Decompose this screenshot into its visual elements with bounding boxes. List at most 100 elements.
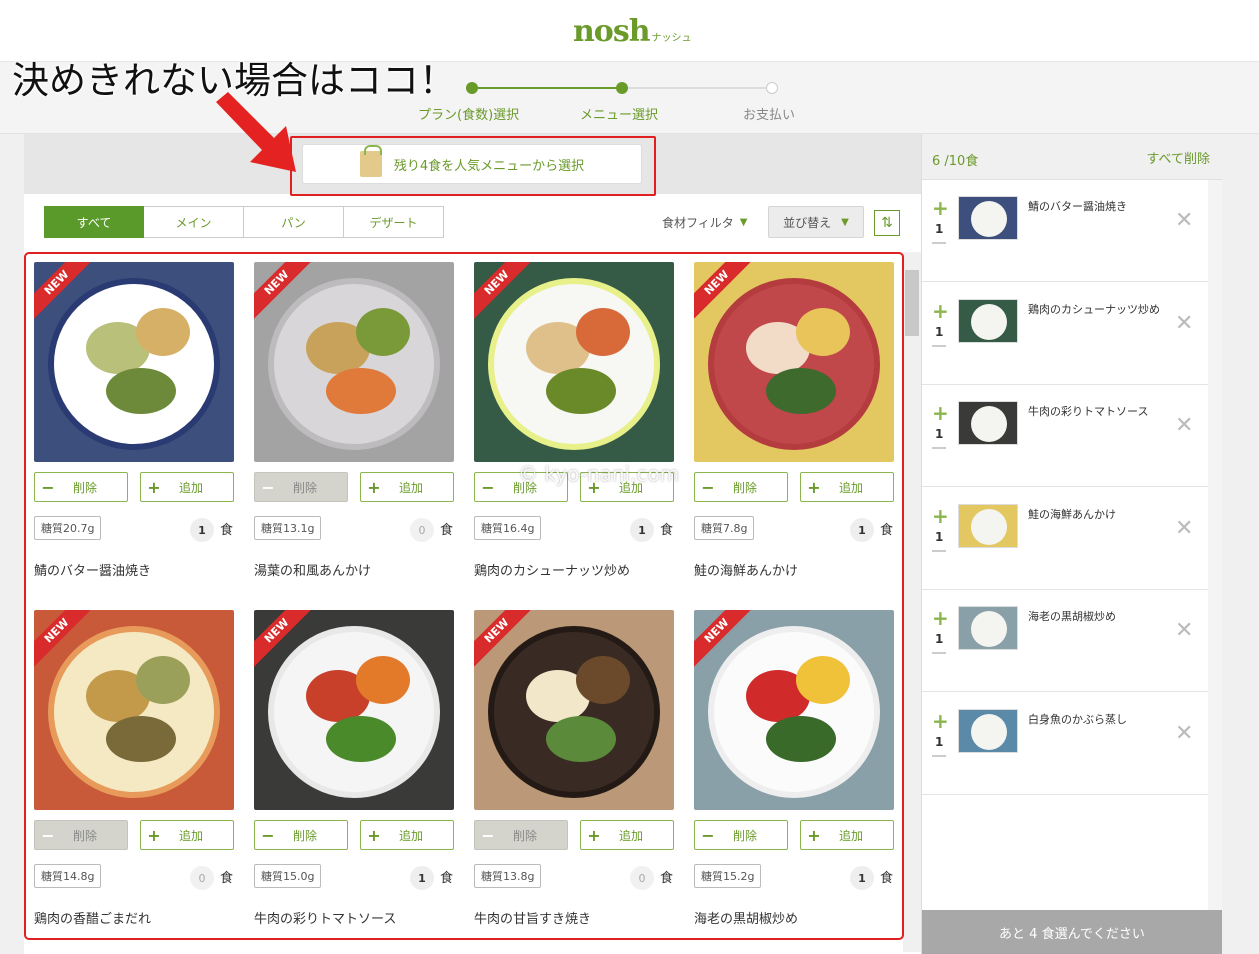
menu-photo[interactable]: NEW	[254, 262, 454, 462]
menu-card: NEW − 削除 + 追加 糖質15.2g 1 食海老の黒胡椒炒め	[694, 610, 894, 940]
add-button[interactable]: + 追加	[360, 472, 454, 502]
menu-name[interactable]: 鶏肉のカシューナッツ炒め	[474, 560, 630, 579]
quantity-count: 1	[410, 866, 434, 890]
close-icon[interactable]: ✕	[1175, 413, 1193, 438]
close-icon[interactable]: ✕	[1175, 516, 1193, 541]
close-icon[interactable]: ✕	[1175, 618, 1193, 643]
menu-photo[interactable]: NEW	[694, 262, 894, 462]
remove-button[interactable]: − 削除	[34, 820, 128, 850]
progress-steps: プラン(食数)選択 メニュー選択 お支払い	[418, 80, 820, 130]
close-icon[interactable]: ✕	[1175, 311, 1193, 336]
step-line-done	[472, 87, 622, 89]
plus-icon: +	[367, 825, 381, 845]
menu-name[interactable]: 牛肉の甘旨すき焼き	[474, 908, 591, 927]
close-icon[interactable]: ✕	[1175, 721, 1193, 746]
menu-name[interactable]: 鶏肉の香醋ごまだれ	[34, 908, 151, 927]
cart-item: +1 鮭の海鮮あんかけ ✕	[922, 488, 1208, 590]
tab-main[interactable]: メイン	[144, 206, 244, 238]
auto-select-button[interactable]: 残り4食を人気メニューから選択	[302, 144, 642, 184]
plus-icon[interactable]: +	[932, 711, 949, 731]
plus-icon[interactable]: +	[932, 198, 949, 218]
menu-photo[interactable]: NEW	[34, 262, 234, 462]
cart-item-name: 鮭の海鮮あんかけ	[1028, 507, 1116, 521]
food-item	[796, 656, 850, 704]
menu-photo[interactable]: NEW	[254, 610, 454, 810]
menu-name[interactable]: 鮭の海鮮あんかけ	[694, 560, 798, 579]
main-scrollbar[interactable]	[903, 252, 921, 952]
step-dot-2	[616, 82, 628, 94]
quantity-unit: 食	[220, 523, 234, 538]
chevron-down-icon: ▼	[841, 216, 849, 228]
remove-label: 削除	[733, 480, 758, 495]
cart-item-thumbnail	[958, 606, 1018, 650]
add-button[interactable]: + 追加	[140, 820, 234, 850]
minus-icon[interactable]	[932, 242, 946, 244]
minus-icon[interactable]	[932, 447, 946, 449]
plus-icon[interactable]: +	[932, 608, 949, 628]
step-label-plan[interactable]: プラン(食数)選択	[418, 104, 519, 123]
food-item	[546, 716, 616, 762]
bag-icon	[359, 145, 382, 177]
menu-name[interactable]: 海老の黒胡椒炒め	[694, 908, 798, 927]
food-item	[796, 308, 850, 356]
tab-bread[interactable]: パン	[244, 206, 344, 238]
food-item	[136, 308, 190, 356]
logo[interactable]: nosh ナッシュ	[573, 14, 692, 49]
step-dot-1	[466, 82, 478, 94]
remove-button[interactable]: − 削除	[34, 472, 128, 502]
menu-photo[interactable]: NEW	[34, 610, 234, 810]
cart-scrollbar[interactable]	[1208, 180, 1222, 954]
auto-select-label: 残り4食を人気メニューから選択	[393, 158, 585, 174]
tab-all[interactable]: すべて	[44, 206, 144, 238]
plus-icon[interactable]: +	[932, 506, 949, 526]
cart-item: +1 牛肉の彩りトマトソース ✕	[922, 385, 1208, 487]
minus-icon[interactable]	[932, 344, 946, 347]
remove-button[interactable]: − 削除	[254, 820, 348, 850]
minus-icon: −	[41, 825, 55, 845]
close-icon[interactable]: ✕	[1175, 208, 1193, 233]
main-scroll-thumb[interactable]	[905, 270, 919, 336]
menu-card: NEW − 削除 + 追加 糖質13.1g 0 食湯葉の和風あんかけ	[254, 262, 454, 592]
step-label-menu: メニュー選択	[580, 108, 659, 123]
remove-button[interactable]: − 削除	[254, 472, 348, 502]
plate-image	[971, 303, 1007, 340]
food-item	[766, 368, 836, 414]
add-button[interactable]: + 追加	[800, 472, 894, 502]
add-button[interactable]: + 追加	[140, 472, 234, 502]
tab-dessert[interactable]: デザート	[344, 206, 444, 238]
cart-item-thumbnail	[958, 503, 1018, 548]
add-label: 追加	[839, 828, 864, 843]
menu-photo[interactable]: NEW	[474, 262, 674, 462]
plus-icon[interactable]: +	[932, 403, 949, 423]
clear-all-button[interactable]: すべて削除	[1146, 148, 1210, 167]
cart-item-name: 牛肉の彩りトマトソース	[1028, 405, 1149, 418]
cart-item-qty: 1	[935, 427, 944, 441]
minus-icon[interactable]	[932, 549, 946, 552]
cart-item-name: 海老の黒胡椒炒め	[1028, 610, 1116, 623]
menu-name[interactable]: 牛肉の彩りトマトソース	[254, 908, 396, 927]
sort-select[interactable]: 並び替え ▼	[768, 206, 864, 238]
menu-card: NEW − 削除 + 追加 糖質16.4g 1 食鶏肉のカシューナッツ炒め	[474, 262, 674, 592]
remove-button[interactable]: − 削除	[474, 820, 568, 850]
menu-name[interactable]: 湯葉の和風あんかけ	[254, 560, 371, 579]
add-button[interactable]: + 追加	[800, 820, 894, 850]
plus-icon: +	[367, 477, 381, 497]
plus-icon[interactable]: +	[932, 301, 949, 321]
sugar-badge: 糖質14.8g	[34, 864, 102, 888]
menu-photo[interactable]: NEW	[474, 610, 674, 810]
cart-item-thumbnail	[958, 298, 1018, 343]
remove-button[interactable]: − 削除	[694, 820, 788, 850]
menu-photo[interactable]: NEW	[694, 610, 894, 810]
step-line-pending	[622, 87, 772, 89]
minus-icon: −	[261, 477, 275, 497]
add-button[interactable]: + 追加	[580, 820, 674, 850]
add-button[interactable]: + 追加	[360, 820, 454, 850]
minus-icon[interactable]	[932, 754, 946, 757]
sort-order-icon[interactable]: ⇅	[874, 210, 900, 236]
quantity-unit: 食	[220, 871, 234, 886]
ingredient-filter[interactable]: 食材フィルタ ▼	[662, 214, 747, 231]
menu-name[interactable]: 鯖のバター醤油焼き	[34, 560, 151, 579]
minus-icon[interactable]	[932, 652, 946, 654]
plate-image	[971, 611, 1007, 647]
remove-button[interactable]: − 削除	[694, 472, 788, 502]
